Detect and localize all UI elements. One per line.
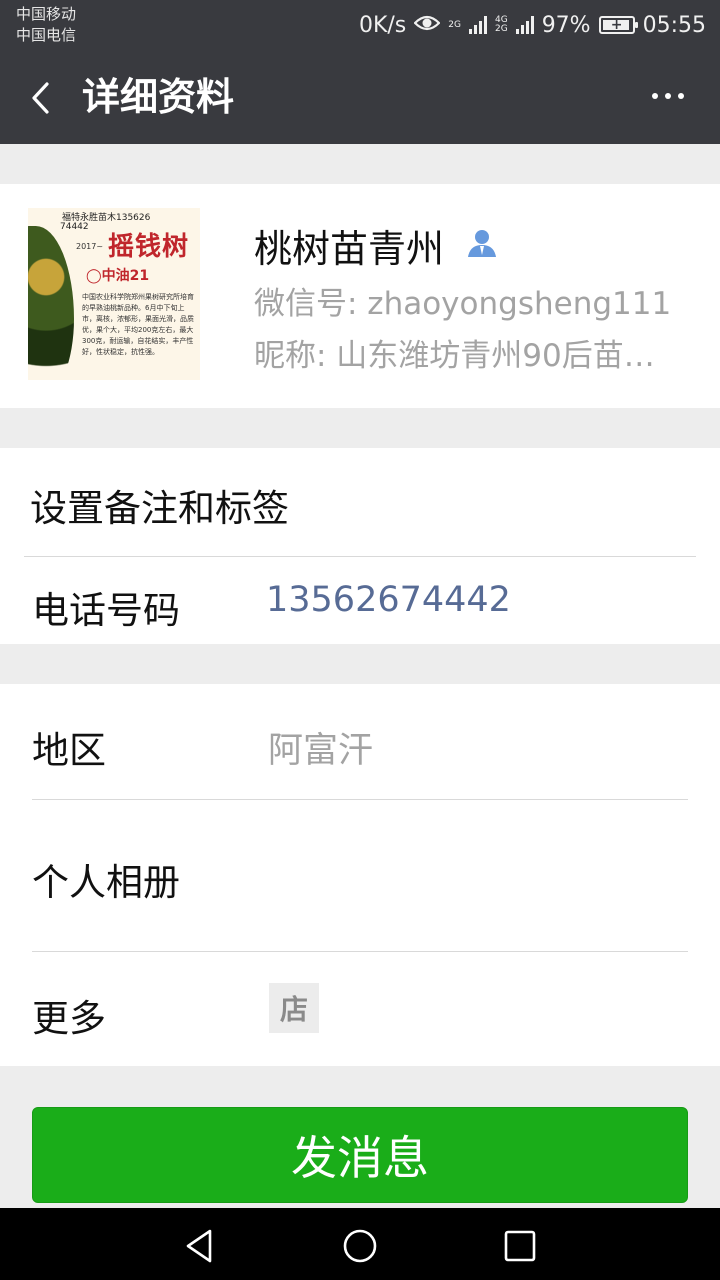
profile-name-row: 桃树苗青州 [254,218,498,272]
carrier-2: 中国电信 [16,26,77,44]
net-speed: 0K/s [358,12,407,38]
shop-badge-icon[interactable]: 店 [269,983,319,1033]
signal-icon-2 [515,16,534,34]
carrier-1: 中国移动 [16,5,77,23]
recents-square-icon[interactable] [500,1226,540,1266]
more-label: 更多 [32,997,106,1040]
chevron-left-icon [32,82,49,114]
region-label: 地区 [32,729,106,772]
remark-row[interactable]: 设置备注和标签 [0,448,720,556]
sim1-network-tag: 2G [448,19,461,30]
nav-bar: 详细资料 [0,50,720,144]
phone-row[interactable]: 电话号码 13562674442 [0,557,720,644]
carrier-info: 中国移动 中国电信 [16,4,76,46]
battery-icon: + [598,16,638,34]
phone-number-link[interactable]: 13562674442 [266,580,511,620]
avatar-body-text: 中国农业科学院郑州果树研究所培育的早熟油桃新品种。6月中下旬上市，离核，浓郁形，… [82,293,194,356]
more-dots-icon [652,93,658,99]
send-message-button[interactable]: 发消息 [32,1107,688,1203]
avatar-caption-2: 74442 [60,222,89,232]
remark-label: 设置备注和标签 [30,487,289,530]
system-nav-bar [0,1208,720,1280]
profile-name: 桃树苗青州 [254,226,445,271]
sim2-network-tag: 4G 2G [494,15,508,34]
clock: 05:55 [642,12,706,38]
status-bar: 中国移动 中国电信 0K/s 2G 4G 2G 97% + 05:55 [0,0,720,50]
back-triangle-icon[interactable] [180,1226,220,1266]
status-indicators: 0K/s 2G 4G 2G 97% + 05:55 [359,10,706,40]
avatar-year: 2017~ [76,242,104,251]
tree-image [28,226,74,380]
more-button[interactable] [638,76,698,116]
phone-label: 电话号码 [32,589,180,632]
avatar-brand: ◯中油21 [86,268,150,284]
avatar[interactable]: 福特永胜苗木135626 74442 摇钱树 2017~ ◯中油21 中国农业科… [28,208,200,380]
nickname: 昵称: 山东潍坊青州90后苗… [254,338,655,374]
album-row[interactable]: 个人相册 [0,800,720,951]
album-label: 个人相册 [32,861,180,904]
avatar-logo-text: 摇钱树 [108,232,190,262]
page-title: 详细资料 [82,75,235,119]
details-section: 地区 阿富汗 个人相册 更多 店 [0,684,720,1066]
more-row[interactable]: 更多 店 [0,952,720,1066]
back-button[interactable] [20,72,64,122]
region-row: 地区 阿富汗 [0,684,720,799]
region-value: 阿富汗 [268,731,374,771]
contact-section: 设置备注和标签 电话号码 13562674442 [0,448,720,644]
battery-percent: 97% [541,12,591,38]
signal-icon [468,16,487,34]
wechat-id: 微信号: zhaoyongsheng111 [254,286,672,322]
eye-icon [413,13,441,38]
home-circle-icon[interactable] [340,1226,380,1266]
user-badge-icon [466,227,498,263]
